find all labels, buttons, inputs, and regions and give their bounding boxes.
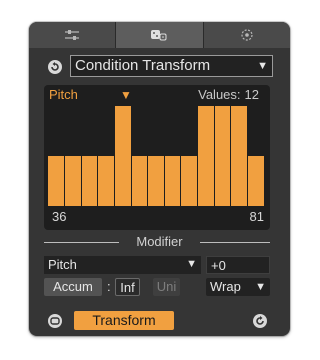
chart-bar[interactable] [64, 156, 82, 206]
bar-separator [197, 106, 199, 206]
tab-dice[interactable] [116, 22, 204, 48]
values-number: 12 [244, 87, 259, 102]
dice-icon [151, 30, 167, 41]
chart-bar[interactable] [114, 106, 132, 206]
range-min: 36 [52, 209, 67, 224]
bars-area[interactable] [48, 106, 264, 206]
bar-separator [80, 106, 82, 206]
chevron-down-icon: ▼ [255, 281, 266, 293]
bar-separator [147, 106, 149, 206]
bar-separator [64, 106, 66, 206]
transform-type-dropdown[interactable]: Condition Transform ▼ [70, 55, 273, 77]
transform-button[interactable]: Transform [74, 311, 174, 330]
modifier-divider-left [44, 242, 119, 243]
chart-bar[interactable] [131, 156, 148, 206]
refresh-button[interactable] [252, 313, 268, 329]
reset-icon [48, 60, 62, 74]
values-count: Values: 12 [194, 87, 259, 103]
refresh-icon [253, 314, 267, 328]
chart-bar[interactable] [214, 106, 231, 206]
bar-separator [230, 106, 232, 206]
modifier-property-dropdown[interactable]: Pitch ▼ [44, 256, 201, 274]
chart-bar[interactable] [247, 156, 264, 206]
reset-button[interactable] [46, 58, 64, 76]
values-label: Values: [198, 87, 241, 102]
chart-bar[interactable] [180, 156, 198, 206]
inf-button[interactable]: Inf [115, 278, 140, 296]
tab-bar [29, 22, 290, 48]
chart-bar[interactable] [48, 156, 65, 206]
bar-separator [130, 106, 132, 206]
modifier-section-label: Modifier [136, 234, 183, 249]
modifier-property-label: Pitch [48, 257, 77, 272]
chevron-down-icon: ▼ [186, 258, 197, 270]
offset-field[interactable]: +0 [206, 256, 270, 274]
chevron-down-icon: ▼ [257, 60, 268, 72]
tab-target[interactable] [203, 22, 290, 48]
chart-bar[interactable] [197, 106, 215, 206]
bar-separator [113, 106, 115, 206]
bar-separator [180, 106, 182, 206]
uni-button[interactable]: Uni [153, 278, 180, 296]
chart-property-select[interactable]: Pitch [49, 87, 78, 103]
loop-icon [48, 314, 62, 328]
accum-button[interactable]: Accum [44, 278, 102, 296]
tab-sliders[interactable] [29, 22, 117, 48]
sliders-icon [65, 30, 80, 40]
condition-transform-panel: Condition Transform ▼ Pitch ▼ Values: 12 … [29, 22, 290, 336]
loop-button[interactable] [47, 313, 63, 329]
chart-bar[interactable] [230, 106, 248, 206]
bar-separator [97, 106, 99, 206]
chart-header: Pitch ▼ Values: 12 [49, 87, 265, 105]
transform-type-label: Condition Transform [75, 57, 211, 74]
bar-separator [163, 106, 165, 206]
chart-bar[interactable] [97, 156, 115, 206]
chart-bar[interactable] [81, 156, 98, 206]
colon-separator: : [107, 279, 111, 294]
chevron-down-icon[interactable]: ▼ [120, 87, 132, 103]
chart-bar[interactable] [164, 156, 181, 206]
chart-bar[interactable] [147, 156, 165, 206]
wrap-dropdown[interactable]: Wrap ▼ [206, 278, 270, 296]
wrap-label: Wrap [210, 279, 241, 294]
bar-separator [246, 106, 248, 206]
modifier-divider-right [200, 242, 270, 243]
pitch-chart[interactable]: Pitch ▼ Values: 12 36 81 [44, 85, 270, 230]
target-icon [241, 29, 253, 41]
bar-separator [213, 106, 215, 206]
range-max: 81 [249, 209, 264, 224]
